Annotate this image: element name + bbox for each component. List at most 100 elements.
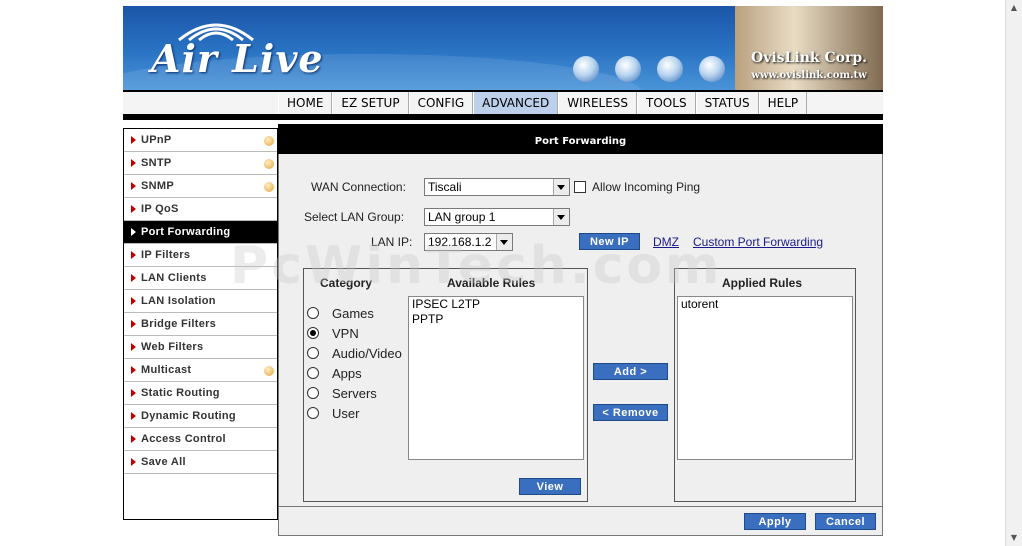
nav-item-tools[interactable]: TOOLS <box>637 92 696 114</box>
category-radio-group: Games VPN Audio/Video Apps Servers User <box>307 305 407 435</box>
radio-button[interactable] <box>307 307 319 319</box>
sidebar-item-label: Bridge Filters <box>141 318 217 330</box>
status-dot-icon <box>264 136 274 146</box>
add-button[interactable]: Add > <box>593 363 668 380</box>
sidebar-item-label: Access Control <box>141 433 226 445</box>
sidebar-item-label: UPnP <box>141 134 172 146</box>
status-dot-icon <box>264 159 274 169</box>
arrow-right-icon <box>131 297 136 305</box>
content-area: Port Forwarding WAN Connection: Tiscali … <box>278 130 883 536</box>
nav-item-advanced[interactable]: ADVANCED <box>473 92 559 114</box>
sidebar-item-sntp[interactable]: SNTP <box>124 152 277 175</box>
sidebar-item-label: IP Filters <box>141 249 191 261</box>
radio-button[interactable] <box>307 347 319 359</box>
sidebar-item-label: SNMP <box>141 180 174 192</box>
radio-button[interactable] <box>307 327 319 339</box>
sidebar-item-label: Web Filters <box>141 341 204 353</box>
available-rule-option[interactable]: IPSEC L2TP <box>409 297 583 312</box>
remove-button[interactable]: < Remove <box>593 404 668 421</box>
applied-rule-option[interactable]: utorent <box>678 297 852 312</box>
arrow-right-icon <box>131 159 136 167</box>
arrow-right-icon <box>131 228 136 236</box>
nav-item-status[interactable]: STATUS <box>695 92 759 114</box>
top-nav: HOME EZ SETUP CONFIG ADVANCED WIRELESS TOOLS S… <box>123 90 883 120</box>
available-rules-list[interactable]: IPSEC L2TP PPTP <box>408 296 584 460</box>
sidebar: UPnP SNTP SNMP IP QoS Port Forwarding IP Filt… <box>123 128 278 520</box>
chevron-down-icon[interactable] <box>553 209 569 225</box>
sidebar-item-label: Static Routing <box>141 387 220 399</box>
arrow-right-icon <box>131 274 136 282</box>
arrow-right-icon <box>131 412 136 420</box>
radio-button[interactable] <box>307 367 319 379</box>
airlive-logo: Air Live <box>151 36 324 81</box>
chevron-down-icon[interactable] <box>553 179 569 195</box>
lan-group-label: Select LAN Group: <box>304 210 405 224</box>
radio-label: VPN <box>332 326 359 341</box>
arrow-right-icon <box>131 343 136 351</box>
nav-item-config[interactable]: CONFIG <box>408 92 474 114</box>
arrow-right-icon <box>131 366 136 374</box>
sidebar-item-web-filters[interactable]: Web Filters <box>124 336 277 359</box>
sidebar-item-static-routing[interactable]: Static Routing <box>124 382 277 405</box>
scroll-up-icon[interactable]: ▲ <box>1006 0 1022 16</box>
view-button[interactable]: View <box>519 478 581 495</box>
sidebar-item-dynamic-routing[interactable]: Dynamic Routing <box>124 405 277 428</box>
sidebar-item-upnp[interactable]: UPnP <box>124 129 277 152</box>
radio-label: Games <box>332 306 374 321</box>
scroll-down-icon[interactable]: ▼ <box>1006 530 1022 546</box>
apply-button[interactable]: Apply <box>744 513 806 530</box>
sidebar-item-bridge-filters[interactable]: Bridge Filters <box>124 313 277 336</box>
available-rule-option[interactable]: PPTP <box>409 312 583 327</box>
sidebar-item-access-control[interactable]: Access Control <box>124 428 277 451</box>
cancel-button[interactable]: Cancel <box>815 513 876 530</box>
nav-item-ez-setup[interactable]: EZ SETUP <box>332 92 409 114</box>
nav-item-wireless[interactable]: WIRELESS <box>558 92 638 114</box>
radio-button[interactable] <box>307 387 319 399</box>
lan-group-value: LAN group 1 <box>428 210 496 224</box>
sidebar-item-label: IP QoS <box>141 203 179 215</box>
arrow-right-icon <box>131 136 136 144</box>
sidebar-item-label: Dynamic Routing <box>141 410 236 422</box>
radio-button[interactable] <box>307 407 319 419</box>
port-forwarding-form: WAN Connection: Tiscali Allow Incoming P… <box>278 154 883 506</box>
sidebar-item-label: LAN Clients <box>141 272 207 284</box>
corp-photo: OvisLink Corp. www.ovislink.com.tw <box>735 6 883 90</box>
sidebar-item-label: Multicast <box>141 364 192 376</box>
wan-connection-select[interactable]: Tiscali <box>424 178 570 196</box>
arrow-right-icon <box>131 182 136 190</box>
nav-item-help[interactable]: HELP <box>758 92 808 114</box>
sidebar-item-label: LAN Isolation <box>141 295 216 307</box>
radio-label: User <box>332 406 360 421</box>
watermark: PcWinTech.com <box>230 236 723 296</box>
sidebar-item-multicast[interactable]: Multicast <box>124 359 277 382</box>
radio-label: Servers <box>332 386 377 401</box>
arrow-right-icon <box>131 458 136 466</box>
allow-ping-checkbox[interactable] <box>574 181 586 193</box>
page-scrollbar[interactable]: ▲ ▼ <box>1005 0 1022 546</box>
lan-group-select[interactable]: LAN group 1 <box>424 208 570 226</box>
arrow-right-icon <box>131 320 136 328</box>
rules-panel: Category Available Rules Games VPN Audio/V… <box>303 268 588 502</box>
applied-rules-list[interactable]: utorent <box>677 296 853 460</box>
allow-ping-label: Allow Incoming Ping <box>592 180 701 194</box>
sidebar-item-save-all[interactable]: Save All <box>124 451 277 474</box>
applied-rules-panel: Applied Rules utorent <box>674 268 856 502</box>
page-title: Port Forwarding <box>278 130 883 154</box>
nav-spacer <box>123 92 279 114</box>
corp-url: www.ovislink.com.tw <box>751 70 867 81</box>
form-footer: Apply Cancel <box>278 506 883 536</box>
status-dot-icon <box>264 182 274 192</box>
status-dot-icon <box>264 366 274 376</box>
nav-item-home[interactable]: HOME <box>278 92 333 114</box>
sidebar-item-label: Port Forwarding <box>141 226 231 238</box>
arrow-right-icon <box>131 251 136 259</box>
sidebar-item-ip-qos[interactable]: IP QoS <box>124 198 277 221</box>
arrow-right-icon <box>131 389 136 397</box>
sidebar-item-snmp[interactable]: SNMP <box>124 175 277 198</box>
wan-connection-label: WAN Connection: <box>311 180 406 194</box>
arrow-right-icon <box>131 205 136 213</box>
applied-rules-title: Applied Rules <box>722 276 803 290</box>
globe-icon <box>615 56 641 82</box>
radio-label: Audio/Video <box>332 346 402 361</box>
radio-label: Apps <box>332 366 362 381</box>
